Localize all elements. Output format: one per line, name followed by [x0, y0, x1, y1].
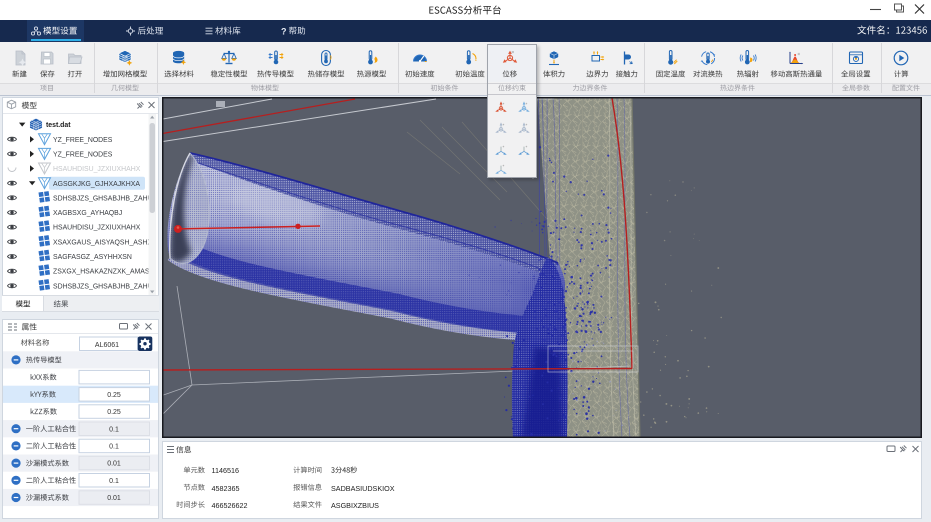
svg-text:XAGBSXG_AYHAQBJ: XAGBSXG_AYHAQBJ: [53, 210, 122, 217]
svg-text:ZSXGX_HSAKAZNZXK_AMASX: ZSXGX_HSAKAZNZXK_AMASX: [53, 269, 154, 276]
svg-text:SDHSBJZS_GHSABJHB_ZAHU: SDHSBJZS_GHSABJHB_ZAHU: [53, 283, 153, 290]
svg-text:YZ_FREE_NODES: YZ_FREE_NODES: [53, 152, 113, 159]
svg-text:0.25: 0.25: [107, 409, 121, 416]
svg-text:XSAXGAUS_AISYAQSH_ASHX: XSAXGAUS_AISYAQSH_ASHX: [53, 239, 152, 246]
svg-text:0.1: 0.1: [109, 444, 119, 451]
svg-text:SDHSBJZS_GHSABJHB_ZAHU: SDHSBJZS_GHSABJHB_ZAHU: [53, 195, 153, 202]
svg-text:0.01: 0.01: [107, 461, 121, 468]
svg-text:HSAUHDISU_JZXIUXHAHX: HSAUHDISU_JZXIUXHAHX: [53, 225, 141, 232]
svg-text:AGSGKJKG_GJHXAJKHXA: AGSGKJKG_GJHXAJKHXA: [53, 181, 140, 188]
svg-text:?: ?: [281, 26, 287, 36]
svg-text:SAGFASGZ_ASYHHXSN: SAGFASGZ_ASYHHXSN: [53, 254, 132, 261]
svg-text:0.25: 0.25: [107, 392, 121, 399]
svg-text:0.01: 0.01: [107, 495, 121, 502]
svg-text:test.dat: test.dat: [46, 122, 71, 129]
svg-text:YZ_FREE_NODES: YZ_FREE_NODES: [53, 137, 113, 144]
svg-text:0.1: 0.1: [109, 478, 119, 485]
svg-text:0.1: 0.1: [109, 426, 119, 433]
svg-text:AL6061: AL6061: [95, 342, 119, 349]
svg-text:HSAUHDISU_JZXIUXHAHX: HSAUHDISU_JZXIUXHAHX: [53, 166, 141, 173]
